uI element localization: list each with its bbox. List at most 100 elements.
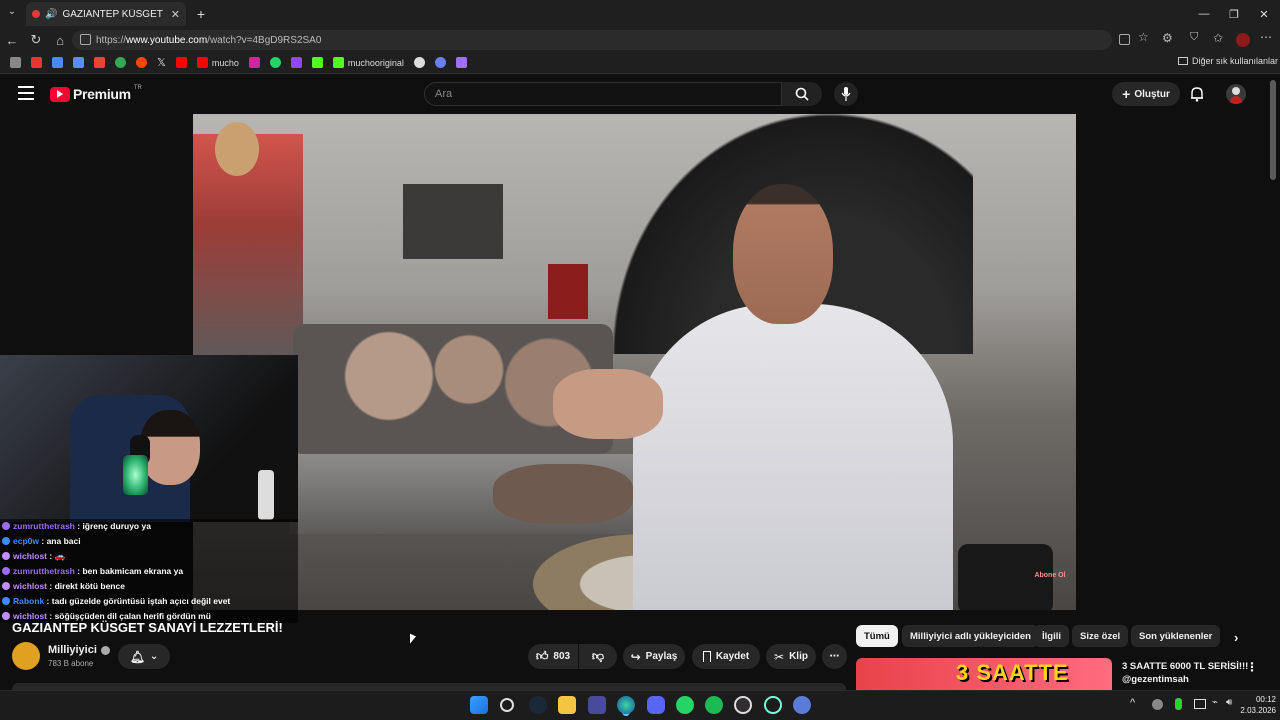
new-tab-button[interactable]: +	[192, 5, 210, 23]
speaker-icon[interactable]: 🔊	[45, 9, 57, 20]
search-input[interactable]: Ara	[424, 82, 782, 106]
create-button[interactable]: + Oluştur	[1112, 82, 1180, 106]
tab-list-button[interactable]: ⌄	[4, 6, 20, 22]
minimize-button[interactable]: —	[1188, 0, 1220, 28]
start-icon[interactable]	[470, 696, 488, 714]
logo-region: TR	[133, 85, 142, 91]
channel-name[interactable]: Milliyiyici	[48, 644, 110, 656]
browser-essentials-icon[interactable]: ⛉	[1190, 31, 1198, 44]
browser-menu-icon[interactable]: ⋯	[1260, 30, 1272, 44]
spotify-icon[interactable]	[705, 696, 723, 714]
bookmark-mucho[interactable]: mucho	[196, 57, 239, 68]
page-scrollbar[interactable]	[1270, 80, 1276, 180]
kick-icon[interactable]	[311, 57, 323, 68]
reload-icon[interactable]: ↻	[24, 28, 48, 52]
tab-title: GAZIANTEP KÜSGET SANAYİ LE	[62, 8, 165, 20]
store-icon[interactable]	[588, 696, 606, 714]
like-button[interactable]: 👍︎ 803	[528, 644, 578, 669]
back-icon[interactable]: ←	[0, 28, 24, 52]
home-icon[interactable]: ⌂	[48, 28, 72, 52]
close-tab-icon[interactable]: ✕	[171, 8, 180, 21]
clock[interactable]: 00:12 2.03.2026	[1236, 694, 1276, 716]
voice-search-button[interactable]	[834, 82, 858, 106]
github-icon[interactable]	[413, 57, 425, 68]
verified-icon	[100, 645, 110, 655]
video-player[interactable]: Abone Ol	[193, 114, 1076, 610]
more-actions-button[interactable]: ⋯	[822, 644, 847, 669]
file-explorer-icon[interactable]	[558, 696, 576, 714]
chat-message: ecp0w : ana baci	[2, 534, 298, 549]
whatsapp-taskbar-icon[interactable]	[676, 696, 694, 714]
extensions-icon[interactable]: ⚙	[1162, 31, 1173, 45]
chips-next-icon[interactable]: ›	[1234, 630, 1238, 645]
discord-icon[interactable]	[647, 696, 665, 714]
search-button[interactable]	[782, 82, 822, 106]
account-avatar[interactable]	[1226, 84, 1246, 104]
bookmark-muchooriginal[interactable]: muchooriginal	[332, 57, 404, 68]
bookmark-icon-4[interactable]	[73, 57, 84, 68]
recommendation-menu-icon[interactable]: ⋮	[1246, 660, 1258, 674]
x-icon[interactable]: 𝕏	[157, 56, 166, 69]
chip-recently-uploaded[interactable]: Son yüklenenler	[1131, 625, 1221, 647]
taskbar-search-icon[interactable]	[500, 698, 514, 712]
chat-text: 🚗	[54, 551, 66, 561]
tray-network-icon[interactable]: ⌁	[1212, 697, 1218, 708]
description-box-edge[interactable]	[12, 683, 846, 690]
edge-icon[interactable]	[617, 696, 635, 714]
tray-mic-icon[interactable]	[1175, 698, 1182, 710]
bookmark-icon-sync[interactable]	[434, 57, 446, 68]
obs-icon[interactable]	[734, 696, 752, 714]
channel-avatar[interactable]	[12, 642, 40, 670]
youtube-icon[interactable]	[175, 57, 187, 68]
chrome-icon[interactable]	[115, 57, 126, 68]
channel-logo-overlay	[215, 122, 259, 176]
app-icon-cog[interactable]	[793, 696, 811, 714]
bookmark-icon-feather[interactable]	[455, 57, 467, 68]
other-favorites-button[interactable]: Diğer sık kullanılanlar	[1178, 56, 1278, 66]
favorite-star-icon[interactable]: ☆	[1138, 30, 1149, 44]
maximize-button[interactable]: ❐	[1218, 0, 1250, 28]
twitch-icon[interactable]	[290, 57, 302, 68]
save-button[interactable]: Kaydet	[692, 644, 760, 669]
close-window-button[interactable]: ✕	[1248, 0, 1280, 28]
subscription-bell-button[interactable]: 🔔︎ ⌄	[118, 644, 170, 669]
bookmark-icon-1[interactable]	[10, 57, 21, 68]
gmail-icon[interactable]	[94, 57, 105, 68]
logo-text: Premium	[73, 86, 131, 102]
instagram-icon[interactable]	[248, 57, 260, 68]
tray-overflow-icon[interactable]: ^	[1130, 697, 1135, 709]
share-button[interactable]: ↪ Paylaş	[623, 644, 685, 669]
tray-app-icon[interactable]	[1152, 699, 1163, 710]
subscribe-overlay-badge[interactable]: Abone Ol	[1033, 569, 1067, 595]
tray-display-icon[interactable]	[1194, 699, 1206, 709]
chat-username: wichlost	[13, 581, 48, 591]
hamburger-menu-icon[interactable]	[18, 86, 34, 100]
chip-related[interactable]: İlgili	[1034, 625, 1069, 647]
favorites-icon[interactable]: ✩	[1213, 31, 1223, 45]
profile-avatar[interactable]	[1236, 33, 1250, 47]
chat-badge-icon	[2, 597, 10, 605]
reddit-icon[interactable]	[136, 57, 147, 68]
tray-volume-icon[interactable]: 🔊︎	[1226, 697, 1232, 708]
site-info-icon[interactable]	[80, 34, 91, 45]
recommendation-thumbnail[interactable]: 3 SAATTE	[856, 658, 1112, 690]
dislike-button[interactable]: 👎︎	[579, 644, 617, 669]
chip-from-uploader[interactable]: Milliyiyici adlı yükleyiciden	[902, 625, 1039, 647]
chip-for-you[interactable]: Size özel	[1072, 625, 1129, 647]
bookmark-icon-3[interactable]	[52, 57, 63, 68]
whatsapp-icon[interactable]	[269, 57, 281, 68]
chip-all[interactable]: Tümü	[856, 625, 898, 647]
app-icon-ring[interactable]	[764, 696, 782, 714]
youtube-logo[interactable]: Premium TR	[50, 85, 142, 102]
notifications-bell-icon[interactable]	[1190, 86, 1204, 102]
recommendation-title[interactable]: 3 SAATTE 6000 TL SERİSİ!!!	[1122, 661, 1248, 672]
wall-window	[403, 184, 503, 259]
browser-tab-active[interactable]: 🔊 GAZIANTEP KÜSGET SANAYİ LE ✕	[26, 2, 186, 26]
chopped-meat	[493, 464, 633, 524]
clip-button[interactable]: ✂ Klip	[766, 644, 816, 669]
steam-icon[interactable]	[529, 696, 547, 714]
app-available-icon[interactable]	[1119, 34, 1130, 45]
url-field[interactable]: https://www.youtube.com/watch?v=4BgD9RS2…	[72, 30, 1112, 50]
recommendation-channel[interactable]: @gezentimsah	[1122, 674, 1189, 685]
bookmark-icon-2[interactable]	[31, 57, 42, 68]
